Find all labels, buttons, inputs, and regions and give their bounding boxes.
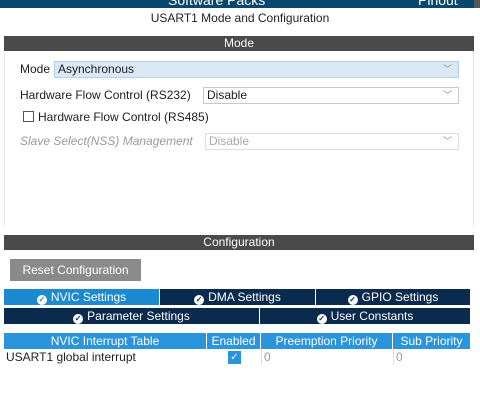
top-navigation-bar: Software Packs Pinout bbox=[0, 0, 480, 8]
check-circle-icon: ✓ bbox=[347, 295, 358, 305]
nss-management-label: Slave Select(NSS) Management bbox=[20, 134, 193, 148]
preemption-priority-cell[interactable]: 0 bbox=[264, 349, 271, 365]
checkmark-icon[interactable]: ✓ bbox=[228, 351, 241, 364]
reset-configuration-button[interactable]: Reset Configuration bbox=[10, 259, 141, 281]
chevron-down-icon: ﹀ bbox=[442, 64, 452, 74]
check-circle-icon: ✓ bbox=[36, 295, 47, 305]
chevron-down-icon: ﹀ bbox=[442, 90, 452, 100]
tab-label: NVIC Settings bbox=[50, 290, 127, 304]
panel-title: USART1 Mode and Configuration bbox=[150, 11, 330, 25]
tab-label: GPIO Settings bbox=[361, 290, 439, 304]
sub-priority-cell[interactable]: 0 bbox=[396, 349, 403, 365]
tab-nvic-settings[interactable]: ✓ NVIC Settings bbox=[4, 289, 160, 305]
configuration-section-header: Configuration bbox=[4, 235, 474, 250]
tab-software-packs[interactable]: Software Packs bbox=[168, 0, 265, 8]
nss-management-value: Disable bbox=[209, 134, 250, 148]
hw-flow-rs485-checkbox[interactable] bbox=[23, 111, 34, 122]
column-header-preemption-priority[interactable]: Preemption Priority bbox=[261, 333, 393, 349]
mode-select-value: Asynchronous bbox=[58, 62, 135, 76]
mode-select[interactable]: Asynchronous ﹀ bbox=[54, 61, 459, 78]
hw-flow-rs232-label: Hardware Flow Control (RS232) bbox=[20, 88, 191, 102]
tab-label: DMA Settings bbox=[208, 290, 281, 304]
check-circle-icon: ✓ bbox=[316, 314, 327, 324]
check-circle-icon: ✓ bbox=[73, 314, 84, 324]
mode-section-header: Mode bbox=[4, 36, 474, 51]
tab-gpio-settings[interactable]: ✓ GPIO Settings bbox=[316, 289, 471, 305]
chevron-icon[interactable] bbox=[474, 0, 480, 8]
check-circle-icon: ✓ bbox=[194, 295, 205, 305]
tab-pinout[interactable]: Pinout bbox=[418, 0, 458, 8]
tab-user-constants[interactable]: ✓ User Constants bbox=[260, 308, 471, 324]
tab-label: User Constants bbox=[330, 309, 414, 323]
chevron-down-icon: ﹀ bbox=[442, 136, 452, 146]
tab-parameter-settings[interactable]: ✓ Parameter Settings bbox=[4, 308, 260, 324]
mode-label: Mode bbox=[20, 62, 51, 76]
interrupt-name-cell: USART1 global interrupt bbox=[6, 350, 136, 364]
column-header-sub-priority[interactable]: Sub Priority bbox=[393, 333, 471, 349]
tab-dma-settings[interactable]: ✓ DMA Settings bbox=[160, 289, 316, 305]
nss-management-select: Disable ﹀ bbox=[205, 133, 459, 150]
tab-label: Parameter Settings bbox=[87, 309, 190, 323]
hw-flow-rs485-label: Hardware Flow Control (RS485) bbox=[38, 110, 209, 124]
cell-divider bbox=[261, 349, 262, 365]
hw-flow-rs232-select[interactable]: Disable ﹀ bbox=[203, 87, 459, 104]
column-header-nvic-interrupt-table[interactable]: NVIC Interrupt Table bbox=[4, 333, 207, 349]
cell-divider bbox=[393, 349, 394, 365]
column-header-enabled[interactable]: Enabled bbox=[207, 333, 261, 349]
hw-flow-rs232-value: Disable bbox=[207, 88, 248, 102]
